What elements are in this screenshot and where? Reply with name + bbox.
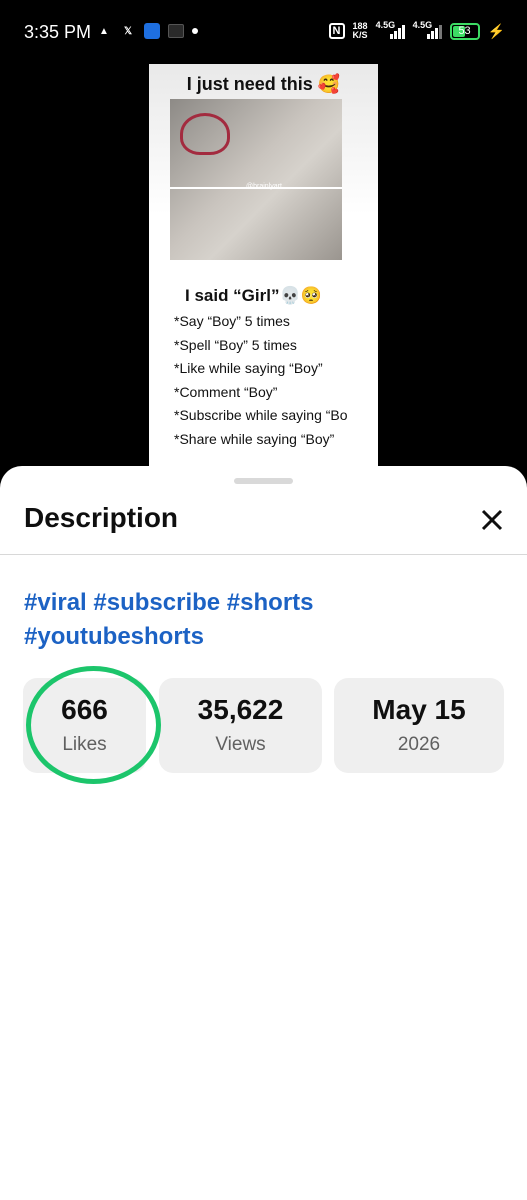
views-count: 35,622 bbox=[197, 694, 284, 725]
video-line: *Share while saying “Boy” bbox=[174, 430, 335, 447]
hashtag-shorts[interactable]: #shorts bbox=[227, 589, 314, 616]
signal-icon: 4.5G bbox=[375, 20, 405, 39]
network-speed-unit: K/S bbox=[352, 30, 368, 40]
video-line: *Say “Boy” 5 times bbox=[174, 313, 290, 329]
dot-icon bbox=[192, 28, 198, 34]
hashtags: #viral #subscribe #shorts #youtubeshorts bbox=[24, 586, 504, 654]
date-year: 2026 bbox=[397, 734, 441, 755]
video-preview[interactable]: I just need this 🥰 @brainlyart I said “G… bbox=[149, 64, 378, 484]
date-value: May 15 bbox=[372, 694, 466, 725]
hashtag-subscribe[interactable]: #subscribe bbox=[93, 589, 220, 616]
close-icon bbox=[481, 509, 503, 531]
video-instructions: *Say “Boy” 5 times *Spell “Boy” 5 times … bbox=[174, 313, 378, 454]
likes-count: 666 bbox=[61, 694, 108, 725]
notification-icons: ▲ 𝕏 bbox=[96, 23, 198, 39]
video-line: *Like while saying “Boy” bbox=[174, 360, 323, 376]
hashtag-youtubeshorts[interactable]: #youtubeshorts bbox=[24, 623, 204, 650]
status-time: 3:35 PM bbox=[24, 22, 92, 42]
date-stat: May 15 2026 bbox=[334, 678, 504, 773]
signal-label-2: 4.5G bbox=[412, 20, 433, 30]
close-button[interactable] bbox=[475, 503, 509, 537]
charging-bolt-icon: ⚡ bbox=[487, 22, 505, 39]
battery-icon: 53 bbox=[449, 22, 480, 40]
likes-label: Likes bbox=[62, 734, 107, 755]
hashtag-viral[interactable]: #viral bbox=[24, 589, 87, 616]
likes-stat: 666 Likes bbox=[23, 678, 146, 773]
video-line: *Spell “Boy” 5 times bbox=[174, 336, 297, 353]
video-headline: I just need this 🥰 bbox=[186, 74, 341, 94]
signal-icon-2: 4.5G bbox=[412, 20, 442, 39]
video-line: *Comment “Boy” bbox=[174, 383, 278, 400]
sheet-title: Description bbox=[24, 502, 179, 533]
video-photo: @brainlyart bbox=[170, 99, 342, 260]
divider bbox=[0, 554, 527, 555]
app-icon-dark bbox=[168, 24, 184, 38]
drag-handle[interactable] bbox=[234, 478, 293, 484]
heart-shape bbox=[180, 113, 230, 155]
views-stat: 35,622 Views bbox=[159, 678, 322, 773]
app-icon-blue bbox=[144, 23, 160, 39]
video-line: *Subscribe while saying “Bo bbox=[174, 407, 348, 423]
x-icon: 𝕏 bbox=[123, 25, 133, 37]
battery-level: 53 bbox=[458, 25, 471, 37]
status-bar: 3:35 PM ▲ 𝕏 N 188 K/S 4.5G 4.5G 53 ⚡ bbox=[0, 0, 527, 64]
description-sheet: Description #viral #subscribe #shorts #y… bbox=[0, 466, 527, 1200]
signal-label-1: 4.5G bbox=[375, 20, 396, 30]
video-subhead: I said “Girl”💀🥺 bbox=[185, 286, 322, 305]
app-icon-a: ▲ bbox=[99, 25, 109, 37]
video-watermark: @brainlyart bbox=[246, 183, 282, 190]
views-label: Views bbox=[215, 734, 266, 755]
nfc-icon: N bbox=[328, 23, 345, 39]
system-icons: N 188 K/S 4.5G 4.5G 53 ⚡ bbox=[328, 20, 505, 40]
network-speed: 188 K/S bbox=[353, 22, 368, 40]
